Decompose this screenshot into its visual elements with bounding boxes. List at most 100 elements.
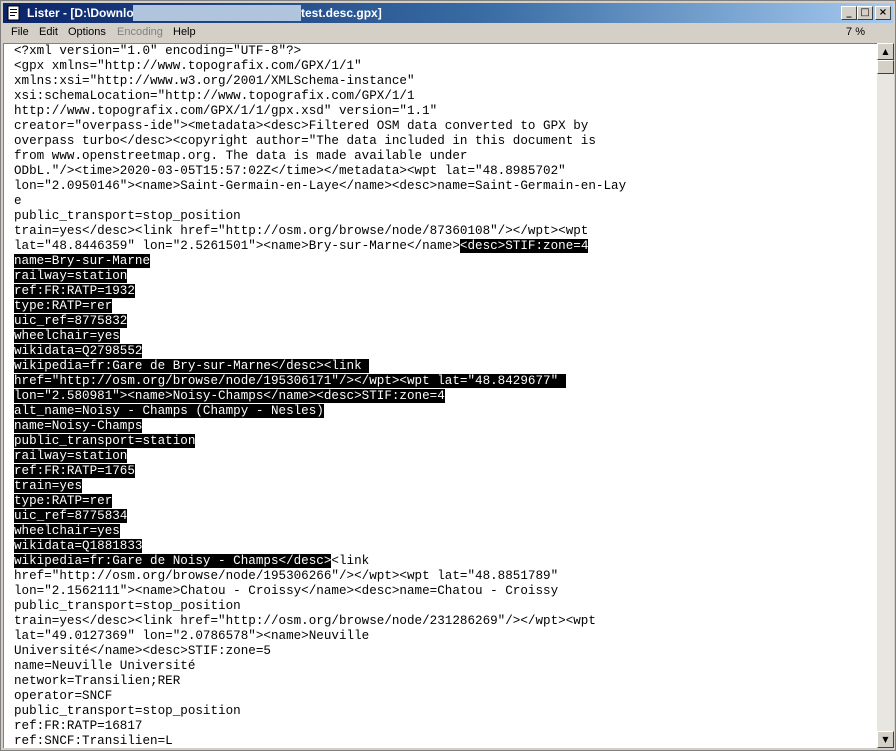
selected-text: wheelchair=yes <box>14 524 120 538</box>
maximize-icon: □ <box>860 7 870 18</box>
text-segment: Université</name><desc>STIF:zone=5 <box>14 644 271 658</box>
selected-text: ref:FR:RATP=1765 <box>14 464 135 478</box>
menu-edit[interactable]: Edit <box>39 26 58 38</box>
text-segment: e <box>14 194 22 208</box>
scroll-down-arrow-icon: ▼ <box>882 735 889 744</box>
text-line: public_transport=station <box>14 434 626 449</box>
text-segment: ref:SNCF:Transilien=L <box>14 734 173 748</box>
menu-options[interactable]: Options <box>68 26 106 38</box>
text-viewer[interactable]: <?xml version="1.0" encoding="UTF-8"?> <g… <box>3 43 877 748</box>
selected-text: public_transport=station <box>14 434 196 448</box>
scroll-percent: 7 % <box>846 26 865 38</box>
close-icon: × <box>878 7 888 18</box>
text-line: wikidata=Q2798552 <box>14 344 626 359</box>
menu-encoding[interactable]: Encoding <box>117 26 163 38</box>
text-line: lat="49.0127369" lon="2.0786578"><name>N… <box>14 629 626 644</box>
scroll-down-button[interactable]: ▼ <box>877 731 894 748</box>
text-line: uic_ref=8775834 <box>14 509 626 524</box>
text-line: lon="2.0950146"><name>Saint-Germain-en-L… <box>14 179 626 194</box>
text-segment: creator="overpass-ide"><metadata><desc>F… <box>14 119 589 133</box>
text-line: lon="2.1562111"><name>Chatou - Croissy</… <box>14 584 626 599</box>
text-segment: href="http://osm.org/browse/node/1953062… <box>14 569 559 583</box>
close-button[interactable]: × <box>875 6 891 20</box>
menu-help[interactable]: Help <box>173 26 196 38</box>
text-line: uic_ref=8775832 <box>14 314 626 329</box>
text-segment: public_transport=stop_position <box>14 209 241 223</box>
text-segment: lat="48.8446359" lon="2.5261501"><name>B… <box>14 239 460 253</box>
scroll-up-button[interactable]: ▲ <box>877 43 894 60</box>
scrollbar-thumb[interactable] <box>877 60 894 74</box>
text-line: train=yes</desc><link href="http://osm.o… <box>14 224 626 239</box>
text-line: wikipedia=fr:Gare de Bry-sur-Marne</desc… <box>14 359 626 374</box>
text-line: wheelchair=yes <box>14 524 626 539</box>
text-line: public_transport=stop_position <box>14 704 626 719</box>
text-line: href="http://osm.org/browse/node/1953062… <box>14 569 626 584</box>
selected-text: railway=station <box>14 449 128 463</box>
selected-text: uic_ref=8775834 <box>14 509 128 523</box>
maximize-button[interactable]: □ <box>857 6 873 20</box>
menu-file[interactable]: File <box>11 26 29 38</box>
selected-text: wikipedia=fr:Gare de Noisy - Champs</des… <box>14 554 332 568</box>
text-segment: name=Neuville Université <box>14 659 196 673</box>
window-title: Lister - [D:\Downlo <box>27 6 134 20</box>
text-line: public_transport=stop_position <box>14 209 626 224</box>
text-segment: public_transport=stop_position <box>14 599 241 613</box>
text-segment: operator=SNCF <box>14 689 113 703</box>
text-line: railway=station <box>14 269 626 284</box>
text-segment: lon="2.1562111"><name>Chatou - Croissy</… <box>14 584 559 598</box>
text-line: name=Bry-sur-Marne <box>14 254 626 269</box>
scroll-up-arrow-icon: ▲ <box>882 47 889 56</box>
selected-text: lon="2.580981"><name>Noisy-Champs</name>… <box>14 389 445 403</box>
text-line: from www.openstreetmap.org. The data is … <box>14 149 626 164</box>
text-line: name=Noisy-Champs <box>14 419 626 434</box>
text-line: ref:SNCF:Transilien=L <box>14 734 626 748</box>
text-line: overpass turbo</desc><copyright author="… <box>14 134 626 149</box>
redacted-path <box>133 5 301 21</box>
text-line: network=Transilien;RER <box>14 674 626 689</box>
text-line: lon="2.580981"><name>Noisy-Champs</name>… <box>14 389 626 404</box>
selected-text: type:RATP=rer <box>14 299 113 313</box>
text-line: ref:FR:RATP=1932 <box>14 284 626 299</box>
text-line: <?xml version="1.0" encoding="UTF-8"?> <box>14 44 626 59</box>
minimize-icon: _ <box>846 7 852 18</box>
text-line: name=Neuville Université <box>14 659 626 674</box>
selected-text: alt_name=Noisy - Champs (Champy - Nesles… <box>14 404 324 418</box>
text-line: xmlns:xsi="http://www.w3.org/2001/XMLSch… <box>14 74 626 89</box>
text-line: public_transport=stop_position <box>14 599 626 614</box>
text-segment: lat="49.0127369" lon="2.0786578"><name>N… <box>14 629 370 643</box>
text-line: lat="48.8446359" lon="2.5261501"><name>B… <box>14 239 626 254</box>
vertical-scrollbar[interactable]: ▲ ▼ <box>877 43 894 748</box>
text-segment: train=yes</desc><link href="http://osm.o… <box>14 614 596 628</box>
lister-window: Lister - [D:\Downlo test.desc.gpx] _ □ ×… <box>0 0 896 751</box>
text-line: type:RATP=rer <box>14 299 626 314</box>
text-line: ODbL."/><time>2020-03-05T15:57:02Z</time… <box>14 164 626 179</box>
minimize-button[interactable]: _ <box>841 6 857 20</box>
text-segment: public_transport=stop_position <box>14 704 241 718</box>
text-segment: lon="2.0950146"><name>Saint-Germain-en-L… <box>14 179 627 193</box>
selected-text: wheelchair=yes <box>14 329 120 343</box>
text-segment: from www.openstreetmap.org. The data is … <box>14 149 468 163</box>
text-segment: xmlns:xsi="http://www.w3.org/2001/XMLSch… <box>14 74 415 88</box>
title-bar[interactable]: Lister - [D:\Downlo test.desc.gpx] _ □ × <box>3 3 893 23</box>
selected-text: href="http://osm.org/browse/node/1953061… <box>14 374 566 388</box>
file-content[interactable]: <?xml version="1.0" encoding="UTF-8"?> <g… <box>14 44 626 748</box>
selected-text: wikipedia=fr:Gare de Bry-sur-Marne</desc… <box>14 359 370 373</box>
text-segment: <?xml version="1.0" encoding="UTF-8"?> <box>14 44 302 58</box>
text-line: alt_name=Noisy - Champs (Champy - Nesles… <box>14 404 626 419</box>
lister-document-icon <box>7 5 20 21</box>
window-title-filename: test.desc.gpx] <box>301 6 382 20</box>
text-line: wikidata=Q1881833 <box>14 539 626 554</box>
text-line: http://www.topografix.com/GPX/1/1/gpx.xs… <box>14 104 626 119</box>
selected-text: name=Bry-sur-Marne <box>14 254 151 268</box>
text-line: wheelchair=yes <box>14 329 626 344</box>
text-line: e <box>14 194 626 209</box>
selected-text: type:RATP=rer <box>14 494 113 508</box>
menu-bar: File Edit Options Encoding Help 7 % <box>3 24 893 42</box>
text-line: railway=station <box>14 449 626 464</box>
text-segment: train=yes</desc><link href="http://osm.o… <box>14 224 589 238</box>
text-line: train=yes</desc><link href="http://osm.o… <box>14 614 626 629</box>
selected-text: ref:FR:RATP=1932 <box>14 284 135 298</box>
selected-text: wikidata=Q2798552 <box>14 344 143 358</box>
text-segment: <link <box>331 554 370 568</box>
text-line: train=yes <box>14 479 626 494</box>
